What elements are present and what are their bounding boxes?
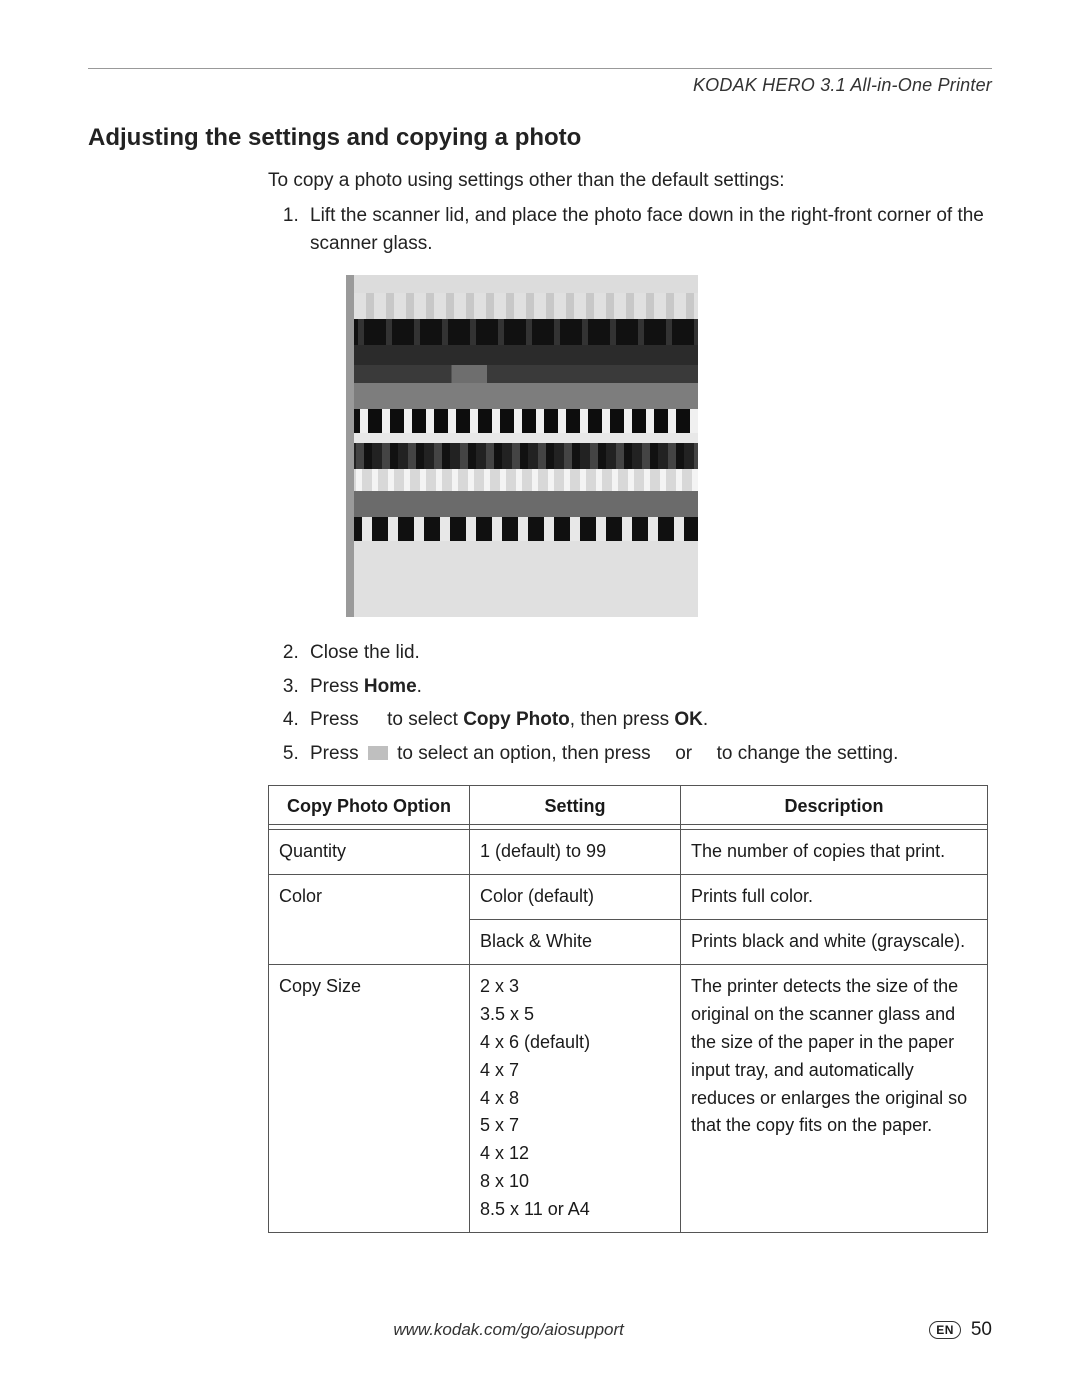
step-5-mid2: or (670, 743, 697, 764)
step-2-text: Close the lid. (310, 642, 420, 663)
down-button-icon (368, 746, 388, 760)
step-5-pre: Press (310, 743, 364, 764)
step-3-pre: Press (310, 676, 364, 697)
step-3-post: . (417, 676, 422, 697)
document-page: KODAK HERO 3.1 All-in-One Printer Adjust… (0, 0, 1080, 1397)
cell-setting: Color (default) (470, 875, 681, 920)
step-4-mid2: , then press (570, 709, 675, 730)
step-list: Lift the scanner lid, and place the phot… (268, 202, 992, 767)
header-product-title: KODAK HERO 3.1 All-in-One Printer (88, 75, 992, 96)
page-footer: www.kodak.com/go/aiosupport EN 50 (88, 1319, 992, 1341)
size-option: 8.5 x 11 or A4 (480, 1196, 670, 1224)
cell-description: The number of copies that print. (681, 830, 988, 875)
page-number: 50 (971, 1319, 992, 1341)
illustration-stripe (346, 319, 698, 345)
illustration-stripe (346, 293, 698, 319)
step-5-post: to change the setting. (711, 743, 898, 764)
size-option: 3.5 x 5 (480, 1001, 670, 1029)
size-option: 8 x 10 (480, 1168, 670, 1196)
header-rule (88, 68, 992, 69)
illustration-stripe (346, 517, 698, 541)
table-row: Color Color (default) Prints full color. (269, 875, 988, 920)
step-4: Press to select Copy Photo, then press O… (304, 706, 992, 734)
scanner-illustration (346, 275, 698, 617)
footer-url: www.kodak.com/go/aiosupport (88, 1320, 929, 1340)
illustration-stripe (346, 365, 698, 383)
cell-setting: 1 (default) to 99 (470, 830, 681, 875)
illustration-stripe (346, 491, 698, 517)
cell-option: Quantity (269, 830, 470, 875)
cell-description: Prints black and white (grayscale). (681, 920, 988, 965)
step-5-mid: to select an option, then press (392, 743, 656, 764)
cell-option: Copy Size (269, 964, 470, 1232)
illustration-stripe (346, 443, 698, 469)
section-heading: Adjusting the settings and copying a pho… (88, 124, 992, 152)
illustration-stripe (346, 469, 698, 491)
table-header-row: Copy Photo Option Setting Description (269, 786, 988, 830)
copy-photo-label: Copy Photo (463, 709, 570, 730)
language-badge: EN (929, 1321, 961, 1339)
cell-setting: 2 x 3 3.5 x 5 4 x 6 (default) 4 x 7 4 x … (470, 964, 681, 1232)
cell-option: Color (269, 875, 470, 965)
th-option: Copy Photo Option (269, 786, 470, 830)
step-3: Press Home. (304, 673, 992, 701)
step-4-mid: to select (382, 709, 463, 730)
size-option: 2 x 3 (480, 973, 670, 1001)
th-description: Description (681, 786, 988, 830)
step-1-text: Lift the scanner lid, and place the phot… (310, 205, 984, 254)
cell-description: Prints full color. (681, 875, 988, 920)
th-setting: Setting (470, 786, 681, 830)
size-option: 4 x 6 (default) (480, 1029, 670, 1057)
illustration-edge (346, 275, 354, 617)
step-4-pre: Press (310, 709, 364, 730)
cell-setting: Black & White (470, 920, 681, 965)
table-row: Quantity 1 (default) to 99 The number of… (269, 830, 988, 875)
step-4-post: . (703, 709, 708, 730)
ok-label: OK (674, 709, 703, 730)
size-option: 4 x 12 (480, 1140, 670, 1168)
table-row: Copy Size 2 x 3 3.5 x 5 4 x 6 (default) … (269, 964, 988, 1232)
step-1: Lift the scanner lid, and place the phot… (304, 202, 992, 617)
illustration-stripe (346, 345, 698, 365)
cell-description: The printer detects the size of the orig… (681, 964, 988, 1232)
intro-text: To copy a photo using settings other tha… (268, 170, 992, 192)
illustration-stripe (346, 433, 698, 443)
home-label: Home (364, 676, 417, 697)
content-block: To copy a photo using settings other tha… (268, 170, 992, 1233)
step-2: Close the lid. (304, 639, 992, 667)
illustration-stripe (346, 541, 698, 617)
size-option: 5 x 7 (480, 1112, 670, 1140)
illustration-stripe (346, 383, 698, 409)
size-option: 4 x 7 (480, 1057, 670, 1085)
footer-right: EN 50 (929, 1319, 992, 1341)
size-option: 4 x 8 (480, 1085, 670, 1113)
copy-photo-options-table: Copy Photo Option Setting Description Qu… (268, 785, 988, 1233)
step-5: Press to select an option, then press or… (304, 740, 992, 768)
illustration-stripe (346, 409, 698, 433)
